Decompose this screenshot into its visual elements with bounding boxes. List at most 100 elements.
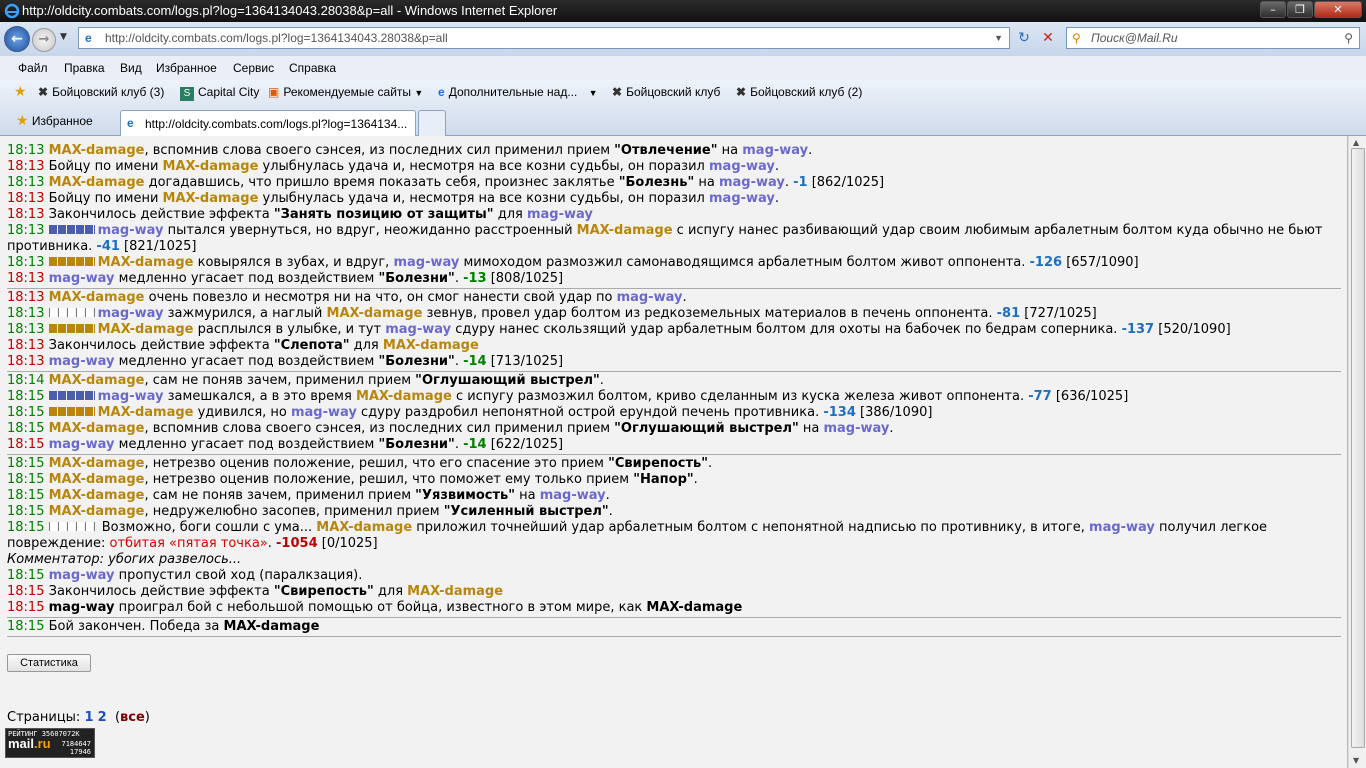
- forward-button[interactable]: →: [32, 28, 56, 52]
- log-line: 18:13 MAX-damage очень повезло и несмотр…: [7, 290, 687, 305]
- mailru-rating-counter[interactable]: РЕЙТИНГ 35607072K mail.ru 7184647 17946: [5, 728, 95, 758]
- log-line: 18:13 MAX-damage, вспомнив слова своего …: [7, 143, 813, 158]
- favorites-center-button[interactable]: ★ Избранное: [16, 112, 93, 129]
- history-dropdown-icon[interactable]: ▼: [60, 32, 67, 42]
- log-line: 18:13 MAX-damage ковырялся в зубах, и вд…: [7, 255, 1139, 270]
- log-line: 18:15 mag-way проиграл бой с небольшой п…: [7, 600, 743, 615]
- hit-zone-icon: [48, 407, 95, 416]
- fav-link-4[interactable]: e Дополнительные над... ▼: [438, 85, 598, 99]
- combats-icon: ✖: [38, 85, 49, 99]
- ie-logo-icon: [4, 3, 20, 19]
- mailru-search-icon: ⚲: [1072, 31, 1081, 45]
- log-line: 18:13 MAX-damage догадавшись, что пришло…: [7, 175, 885, 190]
- chevron-down-icon: ▼: [588, 88, 598, 98]
- vertical-scrollbar[interactable]: ▲ ▼: [1348, 136, 1366, 768]
- stop-icon[interactable]: ✕: [1038, 30, 1058, 48]
- hit-zone-icon: [48, 225, 95, 234]
- address-toolbar: ← → ▼ e http://oldcity.combats.com/logs.…: [0, 22, 1366, 56]
- log-line: 18:13 mag-way зажмурился, а наглый MAX-d…: [7, 306, 1097, 321]
- tab-active[interactable]: e http://oldcity.combats.com/logs.pl?log…: [120, 110, 416, 136]
- page-link-2[interactable]: 2: [98, 710, 107, 725]
- log-line: 18:15 MAX-damage, нетрезво оценив положе…: [7, 456, 713, 471]
- search-placeholder: Поиск@Mail.Ru: [1091, 31, 1178, 45]
- fav-link-6[interactable]: ✖ Бойцовский клуб (2): [736, 85, 862, 99]
- scrollbar-thumb[interactable]: [1351, 148, 1365, 748]
- page-content: 18:13 MAX-damage, вспомнив слова своего …: [0, 136, 1348, 768]
- menu-bar: Файл Правка Вид Избранное Сервис Справка: [0, 56, 1366, 80]
- battle-result-line: 18:15 Бой закончен. Победа за MAX-damage: [7, 619, 320, 634]
- fav-link-2[interactable]: S Capital City: [180, 85, 259, 101]
- back-button[interactable]: ←: [4, 26, 30, 52]
- favorites-star-icon: ★: [16, 112, 29, 128]
- capitalcity-icon: S: [180, 87, 194, 101]
- page-link-1[interactable]: 1: [84, 710, 93, 725]
- hit-zone-icon: [48, 257, 95, 266]
- menu-tools[interactable]: Сервис: [233, 61, 274, 75]
- log-line: 18:13 Закончилось действие эффекта "Слеп…: [7, 338, 479, 353]
- log-line: 18:13 MAX-damage расплылся в улыбке, и т…: [7, 322, 1231, 337]
- add-favorites-star-icon[interactable]: ★: [14, 83, 27, 100]
- fav-link-1[interactable]: ✖ Бойцовский клуб (3): [38, 85, 164, 99]
- scroll-up-icon[interactable]: ▲: [1353, 138, 1359, 147]
- close-button[interactable]: ✕: [1314, 1, 1362, 18]
- refresh-icon[interactable]: ↻: [1014, 30, 1034, 48]
- turn-separator: [7, 454, 1341, 455]
- new-tab-button[interactable]: [418, 110, 446, 136]
- log-line: 18:13 mag-way медленно угасает под возде…: [7, 354, 564, 369]
- page-icon: e: [85, 31, 92, 45]
- log-line: 18:15 MAX-damage, нетрезво оценив положе…: [7, 472, 698, 487]
- search-go-icon[interactable]: ⚲: [1344, 28, 1353, 48]
- menu-file[interactable]: Файл: [18, 61, 48, 75]
- chevron-down-icon: ▼: [414, 88, 424, 98]
- window-title: http://oldcity.combats.com/logs.pl?log=1…: [22, 3, 558, 18]
- ie-page-icon: e: [438, 85, 445, 99]
- battle-log: 18:13 MAX-damage, вспомнив слова своего …: [7, 136, 1341, 638]
- ie-slice-icon: ▣: [268, 85, 280, 99]
- log-line: 18:14 MAX-damage, сам не поняв зачем, пр…: [7, 373, 604, 388]
- address-dropdown-icon[interactable]: ▼: [994, 28, 1003, 48]
- log-line: 18:15 mag-way пропустил свой ход (паралк…: [7, 568, 363, 583]
- mailru-logo: mail.ru: [8, 736, 51, 751]
- hit-zone-icon: [48, 391, 95, 400]
- hit-zone-icon: [48, 324, 95, 333]
- tab-bar: ★ Избранное e http://oldcity.combats.com…: [0, 106, 1366, 136]
- log-line: 18:15 MAX-damage, недружелюбно засопев, …: [7, 504, 613, 519]
- address-url-text: http://oldcity.combats.com/logs.pl?log=1…: [105, 31, 448, 45]
- log-line: 18:13 Закончилось действие эффекта "Заня…: [7, 207, 593, 222]
- log-line: 18:15 MAX-damage, вспомнив слова своего …: [7, 421, 894, 436]
- maximize-button[interactable]: ❐: [1287, 1, 1313, 18]
- log-line: 18:13 mag-way пытался увернуться, но вдр…: [7, 223, 1323, 254]
- statistics-button[interactable]: Статистика: [7, 654, 91, 672]
- menu-help[interactable]: Справка: [289, 61, 336, 75]
- log-line: 18:15 MAX-damage, сам не поняв зачем, пр…: [7, 488, 610, 503]
- commentator-line: Комментатор: убогих развелось...: [7, 552, 242, 567]
- fav-link-5[interactable]: ✖ Бойцовский клуб: [612, 85, 720, 99]
- log-line: 18:15 mag-way медленно угасает под возде…: [7, 437, 564, 452]
- log-line: 18:15 Возможно, боги сошли с ума... MAX-…: [7, 520, 1268, 551]
- menu-favorites[interactable]: Избранное: [156, 61, 217, 75]
- log-line: 18:15 Закончилось действие эффекта "Свир…: [7, 584, 504, 599]
- log-line: 18:15 MAX-damage удивился, но mag-way сд…: [7, 405, 933, 420]
- pagination: Страницы: 1 2 (все): [7, 710, 150, 725]
- fav-link-3[interactable]: ▣ Рекомендуемые сайты ▼: [268, 85, 423, 99]
- window-titlebar: http://oldcity.combats.com/logs.pl?log=1…: [0, 0, 1366, 22]
- log-line: 18:15 mag-way замешкался, а в это время …: [7, 389, 1129, 404]
- turn-separator: [7, 636, 1341, 637]
- hit-zone-icon: [48, 522, 95, 531]
- menu-view[interactable]: Вид: [120, 61, 142, 75]
- page-link-all[interactable]: все: [120, 710, 145, 725]
- minimize-button[interactable]: –: [1260, 1, 1286, 18]
- address-input[interactable]: e http://oldcity.combats.com/logs.pl?log…: [78, 27, 1010, 49]
- turn-separator: [7, 371, 1341, 372]
- hit-zone-icon: [48, 308, 95, 317]
- scroll-down-icon[interactable]: ▼: [1353, 756, 1359, 765]
- log-line: 18:13 Бойцу по имени MAX-damage улыбнула…: [7, 191, 780, 206]
- tab-page-icon: e: [127, 116, 134, 130]
- search-input[interactable]: ⚲ Поиск@Mail.Ru ⚲: [1066, 27, 1360, 49]
- favorites-bar: ★ ✖ Бойцовский клуб (3) S Capital City ▣ Ре…: [0, 80, 1366, 106]
- log-line: 18:13 mag-way медленно угасает под возде…: [7, 271, 564, 286]
- turn-separator: [7, 288, 1341, 289]
- menu-edit[interactable]: Правка: [64, 61, 105, 75]
- combats-icon: ✖: [736, 85, 747, 99]
